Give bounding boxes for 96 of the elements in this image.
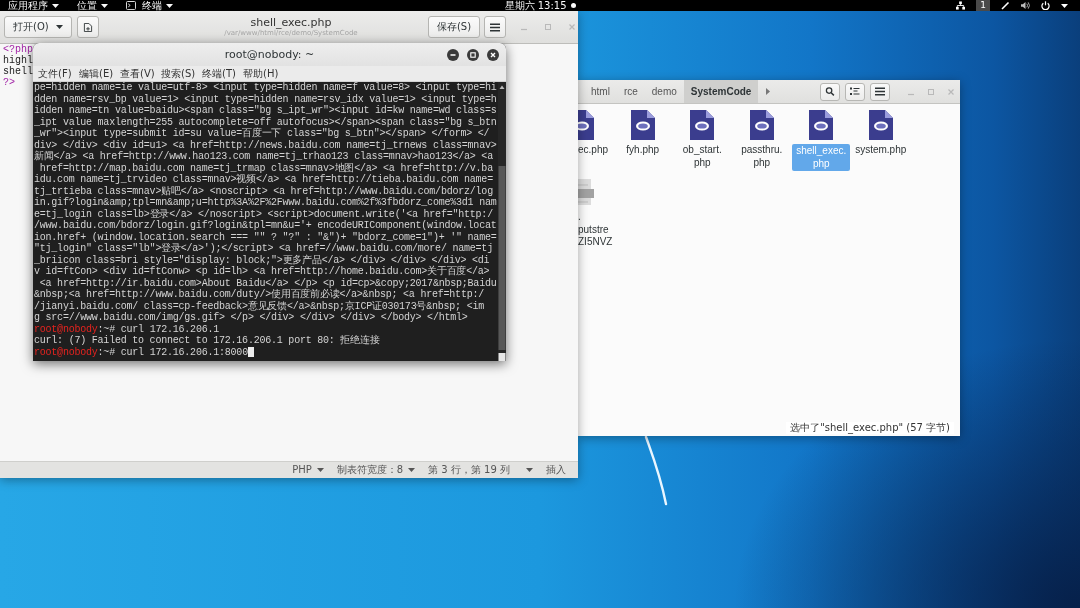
volume-icon[interactable] — [1021, 1, 1030, 10]
dot-icon — [570, 3, 576, 8]
document-icon[interactable] — [578, 177, 594, 207]
top-bar-menu[interactable]: 位置 — [77, 0, 108, 11]
caret-icon — [55, 25, 63, 29]
network-icon[interactable] — [956, 1, 966, 10]
command-text: curl 172.16.206.1 — [120, 323, 219, 335]
close-icon[interactable] — [487, 48, 499, 61]
top-bar-menu[interactable]: 终端 — [126, 0, 173, 11]
new-document-button[interactable] — [76, 16, 99, 38]
status-bar-item[interactable]: 第 3 行，第 19 列 — [428, 463, 533, 477]
prompt-user: root@nobody — [34, 346, 98, 358]
menu-item[interactable]: 终端(T) — [202, 67, 238, 80]
terminal-line: idden name=tn value=baidu><span class="bg s_ipt_wr"><input id=kw name=wd class=s — [34, 105, 497, 117]
caret-icon — [52, 3, 59, 8]
php-file-icon[interactable] — [749, 110, 774, 140]
menu-icon — [490, 22, 500, 32]
document-plus-icon — [82, 22, 93, 32]
window-title: root@nobody: ~ — [224, 48, 315, 61]
terminal-line: div> </div> <div id=u1> <a href=http://news.baidu.com name=tj_trnews class=mnav> — [34, 139, 497, 151]
search-button[interactable] — [820, 82, 840, 101]
terminal-line: /jianyi.baidu.com/ class=cp-feedback>意见反馈</a>&nbsp;京ICP证030173号&nbsp; <im — [34, 300, 484, 312]
menu-button[interactable] — [870, 82, 890, 101]
terminal-line: _ipt value maxlength=255 autocomplete=off autofocus></span><span class="bg s_btn — [34, 116, 497, 128]
menu-item[interactable]: 帮助(H) — [243, 67, 279, 80]
clock[interactable]: 星期六 13:15 — [504, 0, 567, 11]
caret-icon — [101, 3, 108, 8]
php-file-icon[interactable] — [578, 110, 594, 140]
terminal-line: dden name=rsv_bp value=1> <input type=hidden name=rsv_idx value=1> <input type=h — [34, 93, 497, 105]
php-file-icon[interactable] — [868, 110, 893, 140]
save-button[interactable]: 保存(S) — [428, 16, 480, 38]
status-bar-item[interactable]: 制表符宽度：8 — [336, 463, 416, 477]
code-line: shell — [3, 66, 33, 77]
terminal-line: g src=//www.baidu.com/img/gs.gif> </p> </div> </div> </div> </body> </html> — [34, 312, 468, 324]
code-line: ?> — [3, 77, 15, 88]
terminal-line: e=tj_login class=lb>登录</a> </noscript> <script>document.write('<a href="http:/ — [34, 208, 493, 220]
caret-icon — [166, 3, 173, 8]
file-name[interactable]: passthru. php — [739, 144, 785, 169]
minimize-icon[interactable] — [447, 48, 459, 61]
file-name[interactable]: system.php — [853, 144, 909, 157]
php-file-icon[interactable] — [630, 110, 655, 140]
caret-icon[interactable] — [1061, 3, 1068, 8]
code-line: highl — [3, 55, 33, 66]
terminal-line: href=http://map.baidu.com name=tj_trmap class=mnav>地图</a> <a href=http://v.ba — [38, 162, 493, 174]
terminal-line: ion.href+ (window.location.search === "" ? "?" : "&")+ "bdorz_come=1")+ '" name= — [34, 231, 497, 243]
terminal-line: 新闻</a> <a href=http://www.hao123.com name=tj_trhao123 class=mnav>hao123</a> <a — [34, 151, 493, 163]
terminal-line: &nbsp;<a href=http://www.baidu.com/duty/>使用百度前必读</a>&nbsp; <a href=http:/ — [34, 289, 484, 301]
breadcrumb-button[interactable]: SystemCode — [683, 80, 759, 103]
scrollbar[interactable] — [498, 82, 506, 361]
code-line: <?php — [3, 44, 33, 55]
menu-item[interactable]: 文件(F) — [38, 67, 74, 80]
status-text: 选中了"shell_exec.php" (57 字节) — [786, 422, 954, 434]
open-button[interactable]: 打开(O) — [4, 16, 72, 38]
search-icon — [825, 87, 835, 96]
view-button[interactable] — [845, 82, 865, 101]
php-file-icon[interactable] — [809, 110, 834, 140]
php-file-icon[interactable] — [690, 110, 715, 140]
menu-item[interactable]: 查看(V) — [120, 67, 156, 80]
prompt-user: root@nobody — [34, 323, 98, 335]
arrow-right-icon[interactable] — [766, 88, 771, 95]
terminal-line: curl: (7) Failed to connect to 172.16.206.1 port 80: 拒绝连接 — [34, 335, 380, 347]
terminal-line: _wr"><input type=submit id=su value=百度一下 class="bg s_btn"></span> </form> </ — [34, 128, 490, 140]
menu-icon — [875, 87, 885, 96]
workspace-indicator[interactable]: 1 — [976, 0, 990, 11]
wallpaper-curve — [644, 436, 668, 506]
power-icon[interactable] — [1041, 1, 1050, 10]
window-title: shell_exec.php — [250, 16, 332, 29]
breadcrumb-button[interactable]: rce — [616, 80, 645, 103]
command-text: curl 172.16.206.1:8000 — [120, 346, 248, 358]
menu-button[interactable] — [484, 16, 506, 38]
terminal-icon — [126, 1, 136, 10]
maximize-icon[interactable] — [467, 48, 479, 61]
file-name[interactable]: ob_start. php — [680, 144, 724, 169]
breadcrumb-button[interactable]: demo — [644, 80, 684, 103]
terminal-line: "tj_login" class="lb">登录</a>');</script> <a href=//www.baidu.com/more/ name=tj — [34, 243, 493, 254]
terminal-line: /www.baidu.com/bdorz/login.gif?login&tpl=mn&u='+ encodeURIComponent(window.locat — [34, 220, 497, 232]
terminal-line: v id=ftCon> <div id=ftConw> <p id=lh> <a href=http://home.baidu.com>关于百度</a> — [34, 266, 490, 278]
prompt-path: :~# — [97, 323, 115, 335]
terminal-line: _briicon class=bri style="display: block;">更多产品</a> </div> </div> </div> <di — [34, 254, 490, 266]
file-name[interactable]: fyh.php — [624, 144, 662, 157]
terminal-line: idu.com name=tj_trvideo class=mnav>视频</a> <a href=http://tieba.baidu.com name= — [34, 174, 493, 186]
list-icon — [850, 87, 860, 96]
terminal-line: tj_trtieba class=mnav>贴吧</a> <noscript> <a href=http://www.baidu.com/bdorz/log — [34, 185, 493, 197]
status-bar-item[interactable]: PHP — [292, 463, 324, 477]
breadcrumb-button[interactable]: html — [584, 80, 617, 103]
terminal-line: <a href=http://ir.baidu.com>About Baidu</a> </p> <p id=cp>&copy;2017&nbsp;Baidu — [38, 277, 497, 289]
prompt-path: :~# — [97, 346, 115, 358]
status-bar-item[interactable]: 插入 — [546, 463, 566, 477]
terminal-line: pe=hidden name=ie value=utf-8> <input type=hidden name=f value=8> <input type=hi — [34, 82, 497, 94]
terminal-line: in.gif?login&amp;tpl=mn&amp;u=http%3A%2F%2Fwww.baidu.com%2f%3fbdorz_come%3d1 nam — [34, 197, 497, 209]
top-bar-menu[interactable]: 应用程序 — [8, 0, 59, 11]
file-name[interactable]: . putstre ZI5NVZ — [578, 211, 613, 249]
menu-item[interactable]: 编辑(E) — [79, 67, 115, 80]
menu-item[interactable]: 搜索(S) — [161, 67, 197, 80]
pen-icon[interactable] — [1001, 1, 1010, 10]
file-name[interactable]: ec.php — [578, 144, 609, 157]
